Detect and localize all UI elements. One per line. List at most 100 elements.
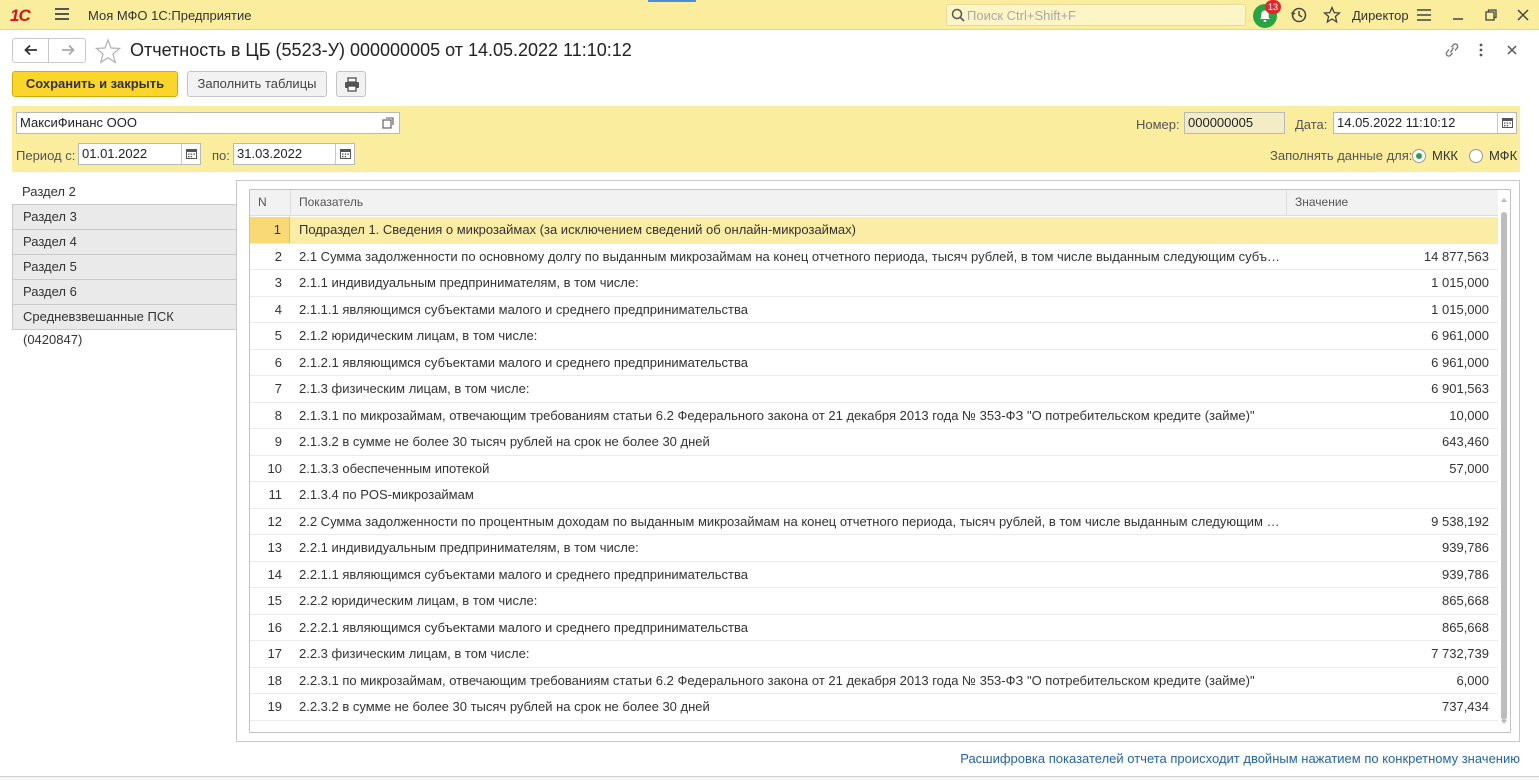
tab-section-6[interactable]: Раздел 6	[12, 280, 237, 305]
value-cell[interactable]: 57,000	[1287, 456, 1489, 482]
scroll-down-icon[interactable]	[1501, 720, 1507, 724]
indicator-cell[interactable]: 2.1 Сумма задолженности по основному дол…	[299, 244, 1285, 270]
tab-weighted-psk[interactable]: Средневзвешанные ПСК (0420847)	[12, 305, 237, 347]
date-field[interactable]: 14.05.2022 11:10:12	[1333, 112, 1517, 134]
value-cell[interactable]: 865,668	[1287, 588, 1489, 614]
organization-field[interactable]: МаксиФинанс ООО	[16, 112, 400, 134]
radio-mfk[interactable]	[1469, 149, 1483, 163]
add-to-favorites-icon[interactable]	[95, 38, 121, 64]
value-cell[interactable]: 6 901,563	[1287, 376, 1489, 402]
row-number-cell[interactable]: 7	[250, 376, 290, 402]
indicator-cell[interactable]: 2.2.3 физическим лицам, в том числе:	[299, 641, 1285, 667]
table-row[interactable]: 6 2.1.2.1 являющимся субъектами малого и …	[250, 350, 1498, 376]
settings-menu-icon[interactable]	[1416, 8, 1432, 22]
row-number-cell[interactable]: 10	[250, 456, 290, 482]
save-and-close-button[interactable]: Сохранить и закрыть	[12, 71, 178, 97]
indicator-cell[interactable]: 2.1.3 физическим лицам, в том числе:	[299, 376, 1285, 402]
value-cell[interactable]: 6 961,000	[1287, 323, 1489, 349]
indicator-cell[interactable]: 2.1.2 юридическим лицам, в том числе:	[299, 323, 1285, 349]
value-cell[interactable]: 10,000	[1287, 403, 1489, 429]
value-cell[interactable]: 6 961,000	[1287, 350, 1489, 376]
fill-tables-button[interactable]: Заполнить таблицы	[187, 71, 327, 97]
value-cell[interactable]: 9 538,192	[1287, 509, 1489, 535]
table-row[interactable]: 12 2.2 Сумма задолженности по процентным …	[250, 509, 1498, 535]
indicator-cell[interactable]: 2.2.2.1 являющимся субъектами малого и с…	[299, 615, 1285, 641]
table-row[interactable]: 18 2.2.3.1 по микрозаймам, отвечающим тре…	[250, 668, 1498, 694]
row-number-cell[interactable]: 16	[250, 615, 290, 641]
period-to-field[interactable]: 31.03.2022	[233, 143, 355, 165]
back-button[interactable]	[13, 39, 49, 62]
indicator-cell[interactable]: 2.1.3.4 по POS-микрозаймам	[299, 482, 1285, 508]
table-row[interactable]: 1 Подраздел 1. Сведения о микрозаймах (за…	[250, 217, 1498, 244]
row-number-cell[interactable]: 12	[250, 509, 290, 535]
value-cell[interactable]: 1 015,000	[1287, 270, 1489, 296]
indicator-cell[interactable]: 2.1.3.2 в сумме не более 30 тысяч рублей…	[299, 429, 1285, 455]
forward-button[interactable]	[50, 39, 86, 62]
value-cell[interactable]: 737,434	[1287, 694, 1489, 720]
table-row[interactable]: 7 2.1.3 физическим лицам, в том числе: 6 9…	[250, 376, 1498, 403]
table-row[interactable]: 4 2.1.1.1 являющимся субъектами малого и …	[250, 297, 1498, 323]
minimize-icon[interactable]	[1451, 8, 1465, 22]
row-number-cell[interactable]: 19	[250, 694, 290, 720]
row-number-cell[interactable]: 14	[250, 562, 290, 588]
print-button[interactable]	[336, 71, 366, 97]
row-number-cell[interactable]: 5	[250, 323, 290, 349]
radio-mkk[interactable]	[1412, 149, 1426, 163]
radio-mfk-label[interactable]: МФК	[1489, 148, 1517, 163]
indicator-cell[interactable]: 2.2.1.1 являющимся субъектами малого и с…	[299, 562, 1285, 588]
notifications-button[interactable]: 13	[1253, 0, 1282, 28]
search-input[interactable]	[967, 7, 1237, 23]
favorites-icon[interactable]	[1323, 6, 1341, 24]
row-number-cell[interactable]: 18	[250, 668, 290, 694]
row-number-cell[interactable]: 11	[250, 482, 290, 508]
close-form-icon[interactable]	[1506, 44, 1518, 56]
value-cell[interactable]: 939,786	[1287, 562, 1489, 588]
column-header-n[interactable]: N	[250, 190, 291, 216]
table-row[interactable]: 9 2.1.3.2 в сумме не более 30 тысяч рубле…	[250, 429, 1498, 456]
column-header-indicator[interactable]: Показатель	[291, 190, 1287, 216]
value-cell[interactable]: 7 732,739	[1287, 641, 1489, 667]
column-header-value[interactable]: Значение	[1287, 190, 1498, 216]
indicator-cell[interactable]: 2.1.3.1 по микрозаймам, отвечающим требо…	[299, 403, 1285, 429]
table-row[interactable]: 14 2.2.1.1 являющимся субъектами малого и…	[250, 562, 1498, 588]
table-row[interactable]: 17 2.2.3 физическим лицам, в том числе: 7 …	[250, 641, 1498, 668]
organization-open-button[interactable]	[378, 112, 400, 134]
indicator-cell[interactable]: 2.1.1.1 являющимся субъектами малого и с…	[299, 297, 1285, 323]
table-row[interactable]: 10 2.1.3.3 обеспеченным ипотекой 57,000	[250, 456, 1498, 482]
period-from-calendar-button[interactable]	[181, 144, 200, 164]
value-cell[interactable]: 14 877,563	[1287, 244, 1489, 270]
indicator-cell[interactable]: 2.1.3.3 обеспеченным ипотекой	[299, 456, 1285, 482]
indicator-cell[interactable]: 2.2.3.2 в сумме не более 30 тысяч рублей…	[299, 694, 1285, 720]
table-row[interactable]: 16 2.2.2.1 являющимся субъектами малого и…	[250, 615, 1498, 641]
scroll-thumb[interactable]	[1501, 212, 1507, 720]
row-number-cell[interactable]: 4	[250, 297, 290, 323]
table-row[interactable]: 8 2.1.3.1 по микрозаймам, отвечающим треб…	[250, 403, 1498, 429]
report-table[interactable]: N Показатель Значение 1 Подраздел 1. Свед…	[249, 189, 1511, 733]
value-cell[interactable]: 643,460	[1287, 429, 1489, 455]
scroll-up-icon[interactable]	[1501, 198, 1507, 202]
row-number-cell[interactable]: 13	[250, 535, 290, 561]
radio-mkk-label[interactable]: МКК	[1432, 148, 1458, 163]
table-row[interactable]: 19 2.2.3.2 в сумме не более 30 тысяч рубл…	[250, 694, 1498, 721]
indicator-cell[interactable]: 2.2.1 индивидуальным предпринимателям, в…	[299, 535, 1285, 561]
global-search[interactable]	[946, 4, 1246, 26]
indicator-cell[interactable]: 2.2.3.1 по микрозаймам, отвечающим требо…	[299, 668, 1285, 694]
value-cell[interactable]: 1 015,000	[1287, 297, 1489, 323]
row-number-cell[interactable]: 8	[250, 403, 290, 429]
table-row[interactable]: 11 2.1.3.4 по POS-микрозаймам	[250, 482, 1498, 509]
row-number-cell[interactable]: 6	[250, 350, 290, 376]
indicator-cell[interactable]: Подраздел 1. Сведения о микрозаймах (за …	[299, 217, 1285, 243]
table-scrollbar[interactable]	[1499, 190, 1510, 732]
restore-icon[interactable]	[1484, 8, 1498, 22]
table-row[interactable]: 13 2.2.1 индивидуальным предпринимателям,…	[250, 535, 1498, 562]
tab-section-2[interactable]: Раздел 2	[12, 180, 237, 205]
table-row[interactable]: 15 2.2.2 юридическим лицам, в том числе: 8…	[250, 588, 1498, 615]
period-from-field[interactable]: 01.01.2022	[78, 143, 201, 165]
table-row[interactable]: 5 2.1.2 юридическим лицам, в том числе: 6 …	[250, 323, 1498, 350]
link-icon[interactable]	[1443, 42, 1461, 58]
row-number-cell[interactable]: 2	[250, 244, 290, 270]
history-icon[interactable]	[1290, 6, 1308, 24]
row-number-cell[interactable]: 9	[250, 429, 290, 455]
tab-section-5[interactable]: Раздел 5	[12, 255, 237, 280]
indicator-cell[interactable]: 2.2.2 юридическим лицам, в том числе:	[299, 588, 1285, 614]
